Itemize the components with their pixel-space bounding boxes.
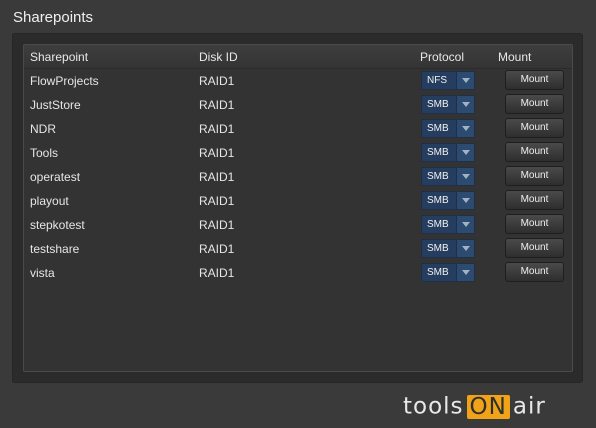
sharepoints-table: Sharepoint Disk ID Protocol Mount FlowPr… [23,44,573,372]
sharepoint-name: NDR [30,122,56,136]
disk-id: RAID1 [199,218,235,232]
disk-id: RAID1 [199,170,235,184]
chevron-down-icon[interactable] [456,72,474,89]
protocol-select[interactable]: SMB [421,191,475,210]
chevron-down-icon[interactable] [456,144,474,161]
chevron-down-icon[interactable] [456,168,474,185]
mount-button[interactable]: Mount [505,238,564,258]
table-row[interactable]: NDR RAID1 SMB Mount [24,117,572,141]
chevron-down-icon[interactable] [456,240,474,257]
column-header-mount[interactable]: Mount [498,50,531,64]
chevron-down-icon[interactable] [456,192,474,209]
protocol-select[interactable]: SMB [421,95,475,114]
protocol-value: SMB [427,195,449,206]
table-row[interactable]: FlowProjects RAID1 NFS Mount [24,69,572,93]
table-row[interactable]: JustStore RAID1 SMB Mount [24,93,572,117]
mount-button[interactable]: Mount [505,142,564,162]
sharepoint-name: testshare [30,242,80,256]
sharepoint-name: FlowProjects [30,74,99,88]
protocol-value: NFS [427,75,447,86]
column-header-sharepoint[interactable]: Sharepoint [30,50,88,64]
sharepoint-name: operatest [30,170,81,184]
sharepoint-name: JustStore [30,98,81,112]
column-header-disk-id[interactable]: Disk ID [199,50,238,64]
mount-button[interactable]: Mount [505,70,564,90]
column-header-protocol[interactable]: Protocol [420,50,464,64]
protocol-select[interactable]: SMB [421,263,475,282]
protocol-value: SMB [427,171,449,182]
protocol-value: SMB [427,243,449,254]
sharepoint-name: stepkotest [30,218,85,232]
disk-id: RAID1 [199,74,235,88]
chevron-down-icon[interactable] [456,96,474,113]
protocol-select[interactable]: SMB [421,239,475,258]
sharepoint-name: playout [30,194,69,208]
page-title: Sharepoints [13,9,94,26]
protocol-select[interactable]: SMB [421,119,475,138]
protocol-value: SMB [427,147,449,158]
table-row[interactable]: playout RAID1 SMB Mount [24,189,572,213]
chevron-down-icon[interactable] [456,216,474,233]
mount-button[interactable]: Mount [505,262,564,282]
chevron-down-icon[interactable] [456,120,474,137]
table-row[interactable]: stepkotest RAID1 SMB Mount [24,213,572,237]
protocol-value: SMB [427,123,449,134]
sharepoint-name: Tools [30,146,59,160]
logo-text-air: air [512,393,546,420]
table-body: FlowProjects RAID1 NFS Mount JustStore RAID1 S… [24,69,572,285]
disk-id: RAID1 [199,98,235,112]
protocol-value: SMB [427,267,449,278]
mount-button[interactable]: Mount [505,190,564,210]
table-row[interactable]: Tools RAID1 SMB Mount [24,141,572,165]
protocol-value: SMB [427,219,449,230]
mount-button[interactable]: Mount [505,94,564,114]
protocol-select[interactable]: SMB [421,215,475,234]
sharepoints-panel: Sharepoint Disk ID Protocol Mount FlowPr… [12,33,583,383]
chevron-down-icon[interactable] [456,264,474,281]
logo-text-tools: tools [403,393,464,420]
disk-id: RAID1 [199,122,235,136]
table-row[interactable]: operatest RAID1 SMB Mount [24,165,572,189]
disk-id: RAID1 [199,266,235,280]
mount-button[interactable]: Mount [505,118,564,138]
table-row[interactable]: vista RAID1 SMB Mount [24,261,572,285]
disk-id: RAID1 [199,194,235,208]
table-row[interactable]: testshare RAID1 SMB Mount [24,237,572,261]
logo-text-on: ON [466,394,510,419]
tools-on-air-logo: tools ON air [403,393,546,421]
protocol-select[interactable]: NFS [421,71,475,90]
disk-id: RAID1 [199,146,235,160]
disk-id: RAID1 [199,242,235,256]
mount-button[interactable]: Mount [505,214,564,234]
mount-button[interactable]: Mount [505,166,564,186]
protocol-value: SMB [427,99,449,110]
protocol-select[interactable]: SMB [421,167,475,186]
sharepoint-name: vista [30,266,55,280]
table-header: Sharepoint Disk ID Protocol Mount [24,45,572,69]
protocol-select[interactable]: SMB [421,143,475,162]
